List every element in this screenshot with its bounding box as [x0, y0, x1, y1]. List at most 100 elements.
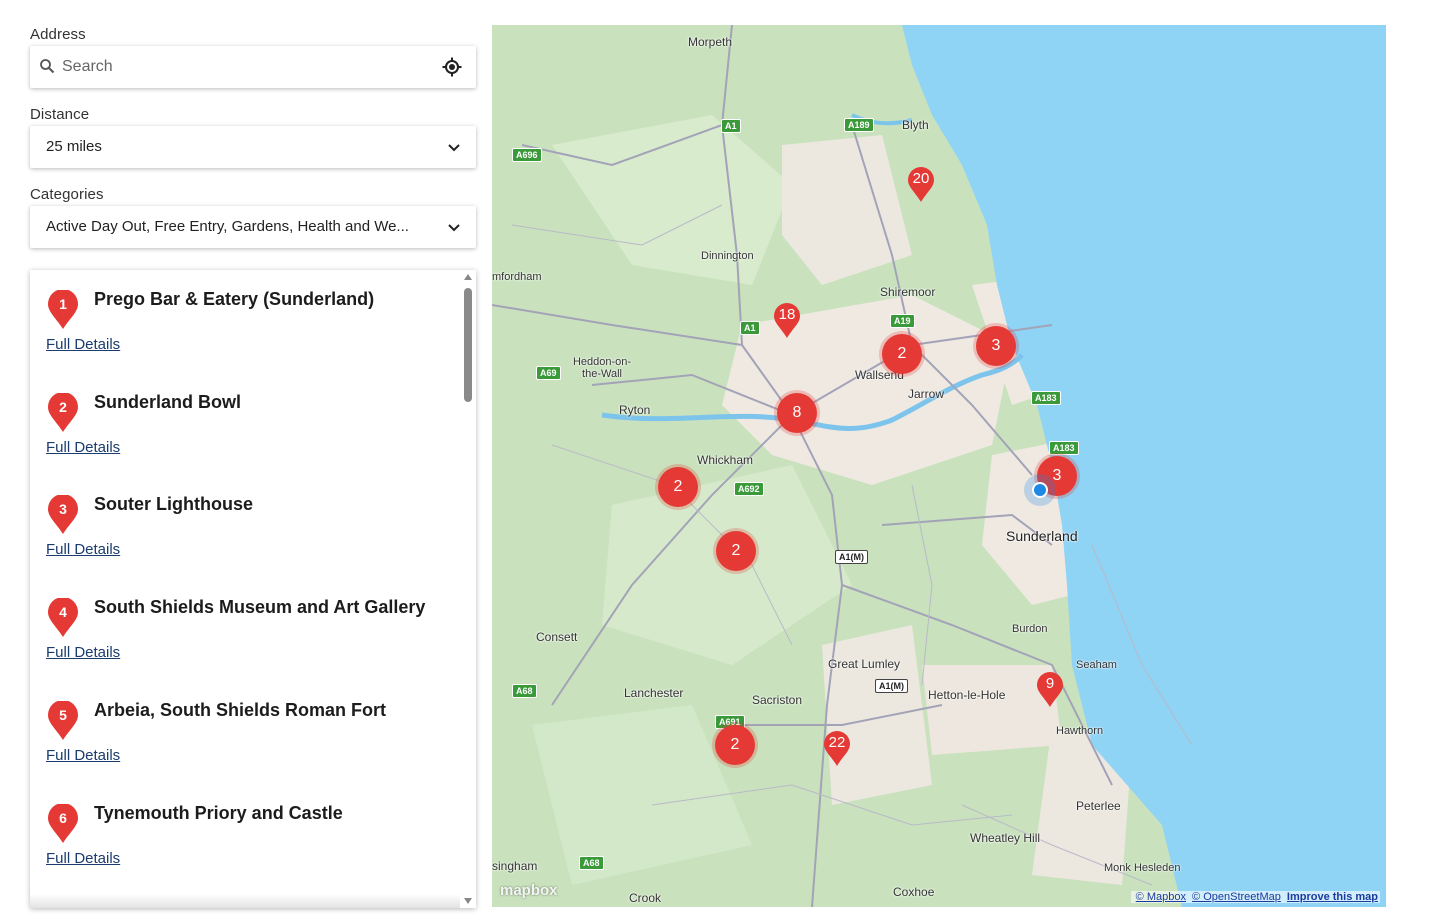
address-label: Address [30, 26, 86, 43]
map-marker[interactable]: 22 [823, 731, 851, 767]
result-title: Prego Bar & Eatery (Sunderland) [94, 289, 375, 309]
result-title: Sunderland Bowl [94, 392, 242, 412]
address-search-input[interactable]: Search [30, 46, 476, 88]
marker-number: 5 [59, 707, 67, 723]
mapbox-logo[interactable]: mapbox [500, 882, 558, 899]
list-item: 6 Tynemouth Priory and Castle Full Detai… [30, 798, 460, 898]
list-item: 4 South Shields Museum and Art Gallery F… [30, 592, 460, 692]
marker-number: 1 [59, 296, 67, 312]
place-label: Whickham [697, 453, 754, 467]
place-label: singham [492, 859, 538, 873]
chevron-down-icon[interactable] [446, 140, 462, 156]
road-shield: A68 [579, 856, 604, 870]
locate-me-icon[interactable] [442, 57, 462, 77]
road-shield: A696 [512, 148, 542, 162]
list-item: 3 Souter Lighthouse Full Details [30, 489, 460, 589]
map-basemap [492, 25, 1386, 907]
map-marker[interactable]: 18 [773, 303, 801, 339]
place-label: Shiremoor [880, 285, 936, 299]
road-shield: A1(M) [875, 679, 908, 693]
marker-number: 9 [1045, 675, 1055, 692]
place-label: Hawthorn [1056, 725, 1104, 737]
map-cluster[interactable]: 2 [658, 467, 698, 507]
list-scrollbar[interactable] [460, 270, 476, 908]
marker-number: 6 [59, 810, 67, 826]
place-label: Consett [536, 630, 578, 644]
full-details-link[interactable]: Full Details [46, 850, 120, 867]
map-cluster[interactable]: 3 [976, 326, 1016, 366]
road-shield: A1 [740, 321, 760, 335]
mapbox-attribution-link[interactable]: © Mapbox [1136, 891, 1186, 903]
place-label: Dinnington [701, 250, 754, 262]
scroll-up-arrow-icon[interactable] [464, 274, 472, 280]
scroll-thumb[interactable] [464, 288, 472, 402]
chevron-down-icon[interactable] [446, 220, 462, 236]
map-cluster[interactable]: 8 [777, 393, 817, 433]
road-shield: A1 [721, 119, 741, 133]
marker-number: 3 [59, 501, 67, 517]
road-shield: A692 [734, 482, 764, 496]
map-marker-icon: 4 [48, 598, 78, 637]
list-item: 5 Arbeia, South Shields Roman Fort Full … [30, 695, 460, 795]
place-label: Morpeth [688, 35, 733, 49]
road-shield: A19 [890, 314, 915, 328]
place-label: Hetton-le-Hole [928, 688, 1006, 702]
search-icon [40, 59, 55, 74]
scroll-down-arrow-icon[interactable] [464, 898, 472, 904]
road-shield: A1(M) [835, 550, 868, 564]
result-title: Souter Lighthouse [94, 494, 253, 514]
map-attribution: © Mapbox © OpenStreetMap Improve this ma… [1130, 891, 1380, 903]
map-cluster[interactable]: 2 [716, 531, 756, 571]
map-cluster[interactable]: 2 [882, 334, 922, 374]
road-shield: A183 [1049, 441, 1079, 455]
osm-attribution-link[interactable]: © OpenStreetMap [1192, 891, 1281, 903]
map-marker[interactable]: 20 [907, 167, 935, 203]
distance-label: Distance [30, 106, 90, 123]
marker-number: 4 [59, 604, 67, 620]
road-shield: A183 [1031, 391, 1061, 405]
categories-select[interactable]: Active Day Out, Free Entry, Gardens, Hea… [30, 206, 476, 248]
improve-map-link[interactable]: Improve this map [1287, 891, 1378, 903]
marker-number: 20 [912, 170, 930, 187]
place-label: Sunderland [1006, 528, 1078, 544]
list-bottom-fade [30, 894, 460, 908]
full-details-link[interactable]: Full Details [46, 644, 120, 661]
map-marker-icon: 6 [48, 804, 78, 843]
map-marker-icon: 1 [48, 290, 78, 329]
full-details-link[interactable]: Full Details [46, 336, 120, 353]
map-cluster[interactable]: 2 [715, 725, 755, 765]
left-panel: Address Search Distance 25 miles Categor… [30, 0, 476, 914]
map-marker[interactable]: 9 [1036, 672, 1064, 708]
place-label: Heddon-on-the-Wall [572, 356, 632, 380]
road-shield: A68 [512, 684, 537, 698]
place-label: Sacriston [752, 693, 803, 707]
categories-label: Categories [30, 186, 104, 203]
distance-value: 25 miles [46, 138, 102, 155]
place-label: Coxhoe [893, 885, 935, 899]
marker-number: 18 [778, 306, 796, 323]
place-label: Blyth [902, 118, 929, 132]
place-label: Monk Hesleden [1104, 862, 1181, 874]
place-label: Great Lumley [828, 657, 901, 671]
marker-number: 2 [59, 399, 67, 415]
results-list[interactable]: 1 Prego Bar & Eatery (Sunderland) Full D… [30, 270, 476, 908]
map-marker-icon: 2 [48, 393, 78, 432]
place-label: mfordham [492, 271, 542, 283]
map-view[interactable]: Morpeth Blyth Dinnington Shiremoor mford… [492, 25, 1386, 907]
road-shield: A189 [844, 118, 874, 132]
result-title: Tynemouth Priory and Castle [94, 803, 343, 823]
full-details-link[interactable]: Full Details [46, 541, 120, 558]
place-label: Lanchester [624, 686, 684, 700]
road-shield: A69 [536, 366, 561, 380]
place-label: Wheatley Hill [970, 831, 1041, 845]
place-label: Jarrow [908, 387, 945, 401]
place-label: Seaham [1076, 659, 1117, 671]
full-details-link[interactable]: Full Details [46, 747, 120, 764]
marker-number: 22 [828, 734, 846, 751]
map-marker-icon: 5 [48, 701, 78, 740]
full-details-link[interactable]: Full Details [46, 439, 120, 456]
place-label: Crook [629, 891, 662, 905]
list-item: 2 Sunderland Bowl Full Details [30, 387, 460, 487]
categories-value: Active Day Out, Free Entry, Gardens, Hea… [46, 218, 409, 235]
distance-select[interactable]: 25 miles [30, 126, 476, 168]
